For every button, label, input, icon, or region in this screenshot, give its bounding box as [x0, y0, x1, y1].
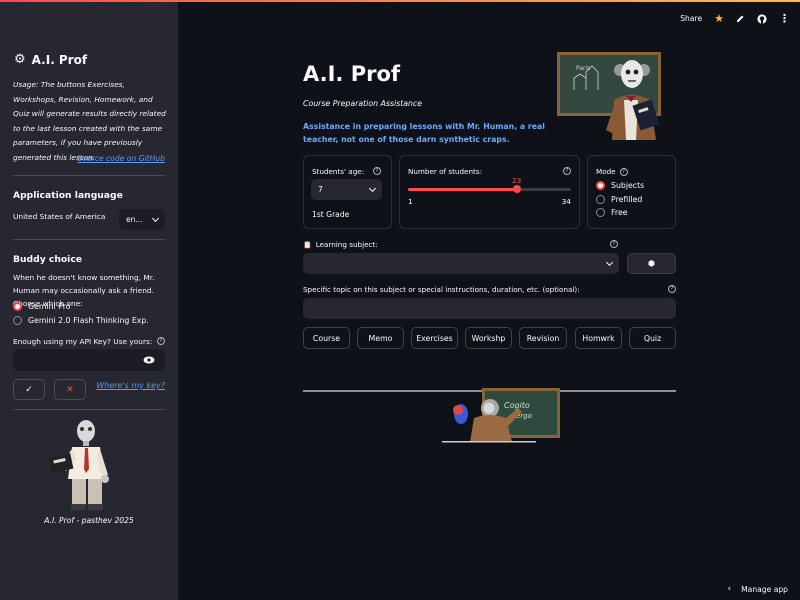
chevron-down-icon [368, 184, 377, 192]
slider-track[interactable] [408, 188, 571, 191]
students-card: Number of students: ? 23 1 34 [399, 155, 580, 229]
buddy-heading: Buddy choice [13, 254, 83, 265]
mode-option-label: Prefilled [611, 195, 643, 204]
chevron-down-icon [605, 258, 614, 266]
mode-label-row: Mode ? [596, 167, 628, 176]
chalk-text-1: Cogito [504, 401, 530, 410]
radio-selected-icon [13, 302, 22, 311]
share-button[interactable]: Share [680, 14, 702, 23]
topic-label: Specific topic on this subject or specia… [303, 285, 580, 294]
language-label: United States of America [13, 212, 106, 221]
mode-option-subjects[interactable]: Subjects [596, 181, 644, 190]
eye-icon[interactable] [143, 356, 155, 364]
check-icon: ✓ [25, 384, 33, 395]
mode-option-prefilled[interactable]: Prefilled [596, 195, 642, 204]
professor-robot-illustration: Paris [557, 52, 661, 140]
top-decoration-bar [0, 0, 800, 2]
sidebar-title-text: A.I. Prof [31, 52, 88, 67]
homework-button[interactable]: Homwrk [575, 327, 622, 349]
app-language-heading: Application language [13, 190, 123, 201]
age-label: Students' age: [312, 167, 365, 176]
radio-empty-icon [596, 208, 605, 217]
subject-select[interactable] [303, 253, 619, 274]
sidebar-title: ⚙ A.I. Prof [14, 52, 87, 67]
robot-reading-illustration [48, 420, 109, 510]
mode-option-free[interactable]: Free [596, 208, 628, 217]
gear-icon: ⚙ [14, 52, 26, 67]
language-select-value: en... [126, 215, 143, 224]
divider [13, 409, 165, 410]
edit-icon[interactable] [736, 14, 745, 23]
chevron-down-icon [151, 214, 160, 222]
main-content: Share ★ ⋮ A.I. Prof Course Preparation A… [178, 0, 800, 600]
github-source-link[interactable]: Source code on GitHub [77, 154, 165, 163]
language-select[interactable]: en... [119, 209, 165, 230]
clipboard-icon: 📋 [303, 240, 312, 249]
mode-option-label: Subjects [611, 181, 645, 190]
divider [13, 175, 165, 176]
page-title: A.I. Prof [303, 62, 401, 86]
menu-dots-icon[interactable]: ⋮ [779, 12, 790, 25]
page-subtitle: Course Preparation Assistance [303, 99, 423, 108]
mode-option-label: Free [611, 208, 628, 217]
slider-fill [408, 188, 517, 191]
buddy-option-gemini-flash[interactable]: Gemini 2.0 Flash Thinking Exp. [13, 316, 149, 325]
dice-icon: ⬢ [648, 259, 655, 268]
sidebar-footer: A.I. Prof - pasthev 2025 [44, 516, 134, 525]
star-icon[interactable]: ★ [714, 12, 724, 25]
manage-app-label: Manage app [741, 584, 788, 594]
page-tagline: Assistance in preparing lessons with Mr.… [303, 122, 545, 144]
api-key-input[interactable] [13, 349, 165, 371]
course-button[interactable]: Course [303, 327, 350, 349]
chevron-left-icon: ‹ [727, 584, 732, 594]
help-icon[interactable]: ? [563, 167, 571, 175]
students-label: Number of students: [408, 167, 483, 176]
radio-selected-icon [596, 181, 605, 190]
memo-button[interactable]: Memo [357, 327, 404, 349]
help-icon[interactable]: ? [157, 337, 165, 345]
manage-app-button[interactable]: ‹ Manage app [728, 584, 788, 594]
help-icon[interactable]: ? [619, 167, 628, 176]
radio-empty-icon [596, 195, 605, 204]
mode-card: Mode ? Subjects Prefilled Free [587, 155, 676, 229]
age-select-value: 7 [318, 185, 323, 194]
slider-max: 34 [561, 197, 571, 206]
help-icon[interactable]: ? [373, 167, 381, 175]
slider-thumb[interactable] [512, 185, 521, 193]
github-icon[interactable] [757, 13, 767, 24]
confirm-button[interactable]: ✓ [13, 379, 45, 400]
subject-label: Learning subject: [315, 240, 378, 249]
mode-label: Mode [596, 167, 616, 176]
buddy-option-label: Gemini 2.0 Flash Thinking Exp. [28, 316, 149, 325]
top-toolbar: Share ★ ⋮ [680, 12, 790, 25]
subject-label-row: 📋 Learning subject: [303, 240, 378, 249]
revision-button[interactable]: Revision [519, 327, 567, 349]
dice-button[interactable]: ⬢ [627, 253, 676, 274]
close-icon: ✕ [66, 384, 74, 395]
slider-value: 23 [511, 176, 522, 185]
exercises-button[interactable]: Exercises [411, 327, 458, 349]
sidebar: ⚙ A.I. Prof Usage: The buttons Exercises… [0, 0, 178, 600]
slider-min: 1 [408, 197, 413, 206]
buddy-option-gemini-pro[interactable]: Gemini Pro [13, 302, 71, 311]
help-icon[interactable]: ? [668, 285, 676, 293]
topic-input[interactable] [303, 298, 676, 319]
age-card: Students' age: ? 7 1st Grade [303, 155, 392, 229]
api-key-label: Enough using my API Key? Use yours: [13, 337, 153, 346]
buddy-option-label: Gemini Pro [28, 302, 71, 311]
quiz-button[interactable]: Quiz [629, 327, 676, 349]
usage-text: Usage: The buttons Exercises, Workshops,… [13, 80, 166, 162]
svg-text:Paris: Paris [576, 65, 590, 72]
teacher-chalkboard-illustration: Cogito ergo [442, 388, 560, 443]
age-select[interactable]: 7 [311, 179, 382, 200]
cancel-button[interactable]: ✕ [54, 379, 86, 400]
workshop-button[interactable]: Workshp [465, 327, 512, 349]
where-key-link[interactable]: Where's my key? [96, 381, 165, 390]
help-icon[interactable]: ? [610, 240, 618, 248]
divider [13, 239, 165, 240]
radio-empty-icon [13, 316, 22, 325]
grade-text: 1st Grade [312, 210, 350, 219]
